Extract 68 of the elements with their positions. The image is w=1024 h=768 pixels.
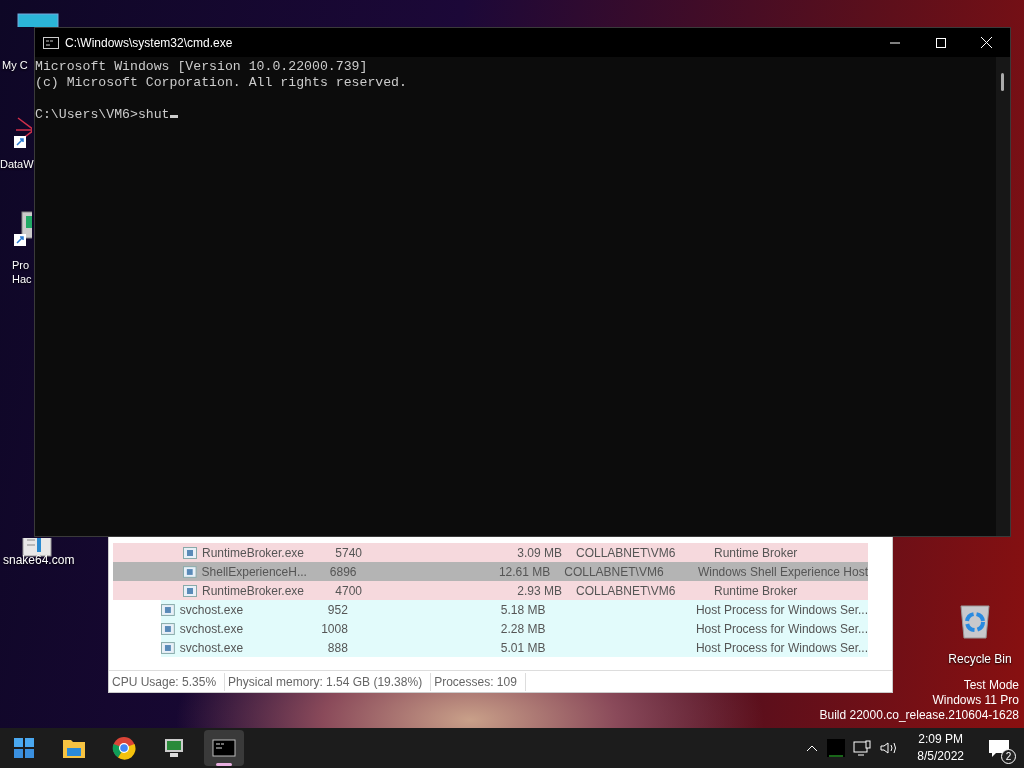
- console-text: (c) Microsoft Corporation. All rights reserved.: [35, 75, 408, 91]
- memory-value: 2.93 MB: [516, 582, 562, 600]
- desktop-icon-label[interactable]: DataW: [0, 157, 34, 171]
- memory-value: 5.01 MB: [499, 639, 546, 657]
- desktop-icon-label[interactable]: Pro Hac: [12, 258, 34, 286]
- watermark-text: Windows 11 Pro: [931, 693, 1019, 708]
- start-icon[interactable]: [12, 736, 36, 760]
- notification-count: 2: [1001, 749, 1016, 764]
- process-name: svchost.exe: [179, 601, 245, 619]
- process-pid: 4700: [334, 582, 362, 600]
- process-description: Host Process for Windows Ser...: [695, 639, 868, 657]
- status-text: Processes: 109: [431, 672, 526, 691]
- process-name: ShellExperienceH...: [201, 563, 308, 581]
- process-description: Runtime Broker: [714, 582, 798, 600]
- console-icon: [43, 36, 59, 49]
- desktop-icon-label[interactable]: My C: [2, 58, 34, 72]
- process-icon: [183, 546, 197, 559]
- process-icon: [161, 641, 175, 654]
- process-row[interactable]: ShellExperienceH... 6896 12.61 MB COLLABNET\VM6 Windows Shell Experience Host: [113, 562, 868, 581]
- process-row[interactable]: RuntimeBroker.exe 4700 2.93 MB COLLABNET\VM6 Runtime Broker: [113, 581, 868, 600]
- process-description: Host Process for Windows Ser...: [695, 620, 868, 638]
- process-pid: 952: [326, 601, 348, 619]
- network-icon[interactable]: [853, 740, 872, 756]
- caret-up-icon[interactable]: [805, 743, 820, 753]
- process-pid: 888: [326, 639, 348, 657]
- user-name: COLLABNET\VM6: [576, 544, 677, 562]
- process-icon: [183, 584, 197, 597]
- clock-time[interactable]: 2:09 PM: [917, 731, 964, 748]
- window-title: C:\Windows\system32\cmd.exe: [65, 34, 234, 52]
- process-row[interactable]: RuntimeBroker.exe 5740 3.09 MB COLLABNET\VM6 Runtime Broker: [113, 543, 868, 562]
- clock-date[interactable]: 8/5/2022: [917, 748, 964, 765]
- watermark-text: Build 22000.co_release.210604-1628: [819, 708, 1019, 723]
- desktop-icon-label[interactable]: Recycle Bin: [940, 652, 1020, 666]
- process-description: Host Process for Windows Ser...: [695, 601, 868, 619]
- user-name: COLLABNET\VM6: [576, 582, 677, 600]
- memory-value: 12.61 MB: [497, 563, 551, 581]
- console-icon[interactable]: [212, 736, 236, 760]
- process-icon: [183, 565, 197, 578]
- scrollbar[interactable]: [996, 57, 1010, 536]
- console-prompt: C:\Users\VM6>shut: [35, 107, 170, 123]
- process-description: Runtime Broker: [714, 544, 798, 562]
- process-row[interactable]: svchost.exe 1008 2.28 MB Host Process for Windows Ser...: [161, 619, 868, 638]
- desktop-icon-label[interactable]: snake64.com: [3, 553, 83, 567]
- status-text: Physical memory: 1.54 GB (19.38%): [225, 672, 432, 691]
- process-name: svchost.exe: [179, 639, 245, 657]
- process-name: RuntimeBroker.exe: [202, 582, 306, 600]
- user-name: COLLABNET\VM6: [564, 563, 665, 581]
- process-icon: [161, 603, 175, 616]
- watermark-text: Test Mode: [962, 678, 1019, 693]
- process-icon: [161, 622, 175, 635]
- process-pid: 1008: [320, 620, 348, 638]
- process-name: svchost.exe: [179, 620, 245, 638]
- process-row[interactable]: svchost.exe 888 5.01 MB Host Process for Windows Ser...: [161, 638, 868, 657]
- process-pid: 5740: [334, 544, 362, 562]
- memory-value: 2.28 MB: [499, 620, 546, 638]
- process-row[interactable]: svchost.exe 952 5.18 MB Host Process for Windows Ser...: [161, 600, 868, 619]
- app-tray-icon[interactable]: [827, 739, 846, 757]
- message-icon: [988, 738, 1010, 759]
- console-text: Microsoft Windows [Version 10.0.22000.739]: [35, 59, 369, 75]
- process-description: Windows Shell Experience Host: [697, 563, 868, 581]
- memory-value: 3.09 MB: [516, 544, 562, 562]
- process-pid: 6896: [328, 563, 357, 581]
- status-text: CPU Usage: 5.35%: [109, 672, 226, 691]
- browser-icon[interactable]: [112, 736, 136, 760]
- scroll-thumb[interactable]: [1001, 73, 1004, 91]
- process-name: RuntimeBroker.exe: [202, 544, 306, 562]
- text-cursor: [169, 115, 178, 118]
- memory-value: 5.18 MB: [499, 601, 546, 619]
